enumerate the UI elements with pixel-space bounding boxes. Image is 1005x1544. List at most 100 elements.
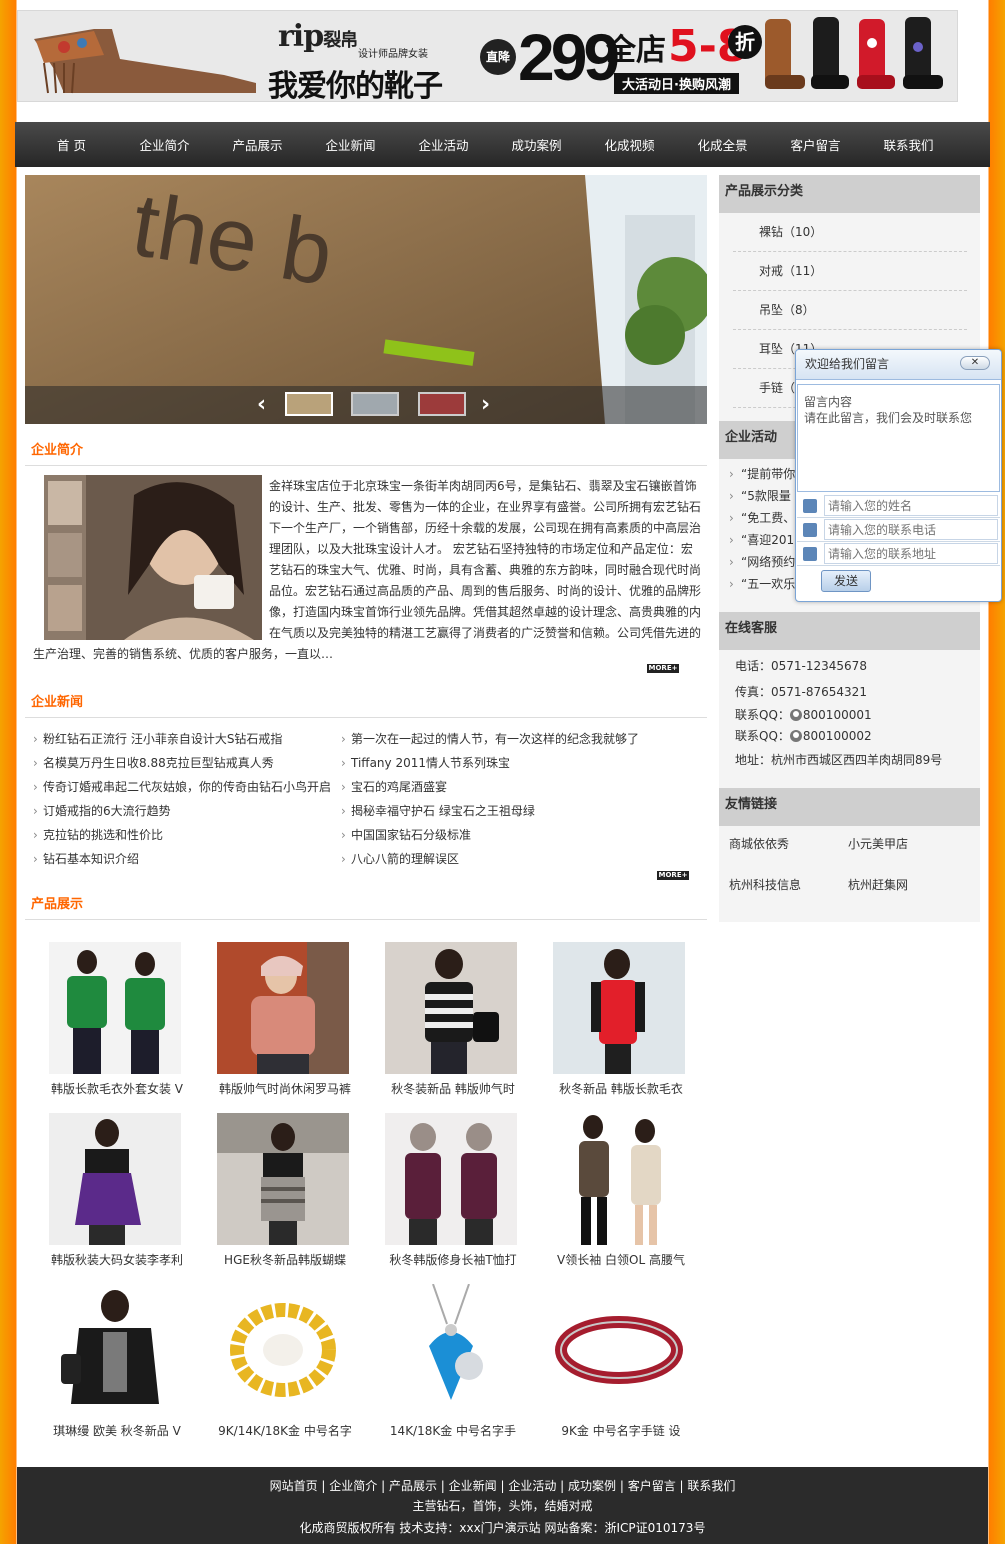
close-icon[interactable]: ✕ bbox=[960, 356, 990, 370]
news-item[interactable]: 揭秘幸福守护石 绿宝石之王祖母绿 bbox=[341, 800, 661, 824]
footer-link[interactable]: 企业活动 bbox=[508, 1479, 556, 1493]
phone-input[interactable] bbox=[824, 519, 998, 540]
product-card[interactable]: 琪琳缦 欧美 秋冬新品 V bbox=[42, 1284, 192, 1439]
news-item[interactable]: 宝石的鸡尾酒盛宴 bbox=[341, 776, 661, 800]
product-card[interactable]: 9K金 中号名字手链 设 bbox=[546, 1284, 696, 1439]
footer-link[interactable]: 网站首页 bbox=[270, 1479, 318, 1493]
nav-about[interactable]: 企业简介 bbox=[118, 135, 211, 154]
product-name[interactable]: 秋冬韩版修身长袖T恤打 bbox=[378, 1251, 528, 1268]
intro-text-block: 金祥珠宝店位于北京珠宝一条街羊肉胡同丙6号，是集钻石、翡翠及宝石镶嵌首饰的设计、… bbox=[33, 476, 701, 665]
news-more-button[interactable]: MORE+ bbox=[657, 871, 689, 880]
news-item[interactable]: 传奇订婚戒串起二代灰姑娘，你的传奇由钻石小鸟开启 bbox=[33, 776, 353, 800]
product-name[interactable]: 韩版秋装大码女装李孝利 bbox=[42, 1251, 192, 1268]
news-item[interactable]: 名模莫万丹生日收8.88克拉巨型钻戒真人秀 bbox=[33, 752, 353, 776]
banner-slogan: 我爱你的靴子 bbox=[268, 69, 443, 102]
slider-prev-icon[interactable]: ‹ bbox=[257, 394, 266, 416]
send-button[interactable]: 发送 bbox=[821, 570, 871, 592]
friend-link[interactable]: 商城依依秀 bbox=[729, 835, 789, 852]
nav-guestbook[interactable]: 客户留言 bbox=[769, 135, 862, 154]
banner-price: 299 bbox=[518, 20, 620, 94]
product-image bbox=[217, 1284, 349, 1416]
intro-more-button[interactable]: MORE+ bbox=[647, 664, 679, 673]
product-name[interactable]: 琪琳缦 欧美 秋冬新品 V bbox=[42, 1422, 192, 1439]
nav-cases[interactable]: 成功案例 bbox=[490, 135, 583, 154]
product-card[interactable]: 秋冬装新品 韩版帅气时 bbox=[378, 942, 528, 1097]
footer-link[interactable]: 产品展示 bbox=[389, 1479, 437, 1493]
qq-icon bbox=[789, 730, 802, 742]
banner-zhe-badge: 折 bbox=[728, 25, 762, 59]
product-card[interactable]: 韩版帅气时尚休闲罗马裤 bbox=[210, 942, 360, 1097]
news-item[interactable]: 克拉钻的挑选和性价比 bbox=[33, 824, 353, 848]
footer-link[interactable]: 企业新闻 bbox=[449, 1479, 497, 1493]
footer-business: 主营钻石，首饰，头饰，结婚对戒 bbox=[412, 1499, 593, 1513]
nav-activities[interactable]: 企业活动 bbox=[397, 135, 490, 154]
product-image bbox=[385, 1283, 517, 1416]
brand-subtitle: 设计师品牌女装 bbox=[358, 49, 428, 60]
slider-thumb[interactable] bbox=[418, 392, 466, 416]
product-card[interactable]: 14K/18K金 中号名字手 bbox=[378, 1283, 528, 1439]
footer-link[interactable]: 客户留言 bbox=[628, 1479, 676, 1493]
product-image bbox=[385, 942, 517, 1074]
address-row bbox=[797, 542, 1000, 566]
footer-link[interactable]: 联系我们 bbox=[687, 1479, 735, 1493]
links-title: 友情链接 bbox=[719, 788, 980, 826]
nav-contact[interactable]: 联系我们 bbox=[862, 135, 955, 154]
news-item[interactable]: 中国国家钻石分级标准 bbox=[341, 824, 661, 848]
nav-video[interactable]: 化成视频 bbox=[583, 135, 676, 154]
product-name[interactable]: 14K/18K金 中号名字手 bbox=[378, 1422, 528, 1439]
news-item[interactable]: Tiffany 2011情人节系列珠宝 bbox=[341, 752, 661, 776]
slider-next-icon[interactable]: › bbox=[481, 394, 490, 416]
slider-thumb[interactable] bbox=[351, 392, 399, 416]
category-item[interactable]: 对戒（11） bbox=[733, 252, 967, 291]
product-card[interactable]: 韩版长款毛衣外套女装 V bbox=[42, 942, 192, 1097]
product-card[interactable]: 9K/14K/18K金 中号名字 bbox=[210, 1284, 360, 1439]
header-banner[interactable]: rip裂帛 设计师品牌女装 我爱你的靴子 直降 299 全店 5-8 折 大活动… bbox=[17, 10, 958, 102]
product-card[interactable]: HGE秋冬新品韩版蝴蝶 bbox=[210, 1113, 360, 1268]
phone-text: 电话：0571-12345678 bbox=[735, 659, 867, 673]
footer: 网站首页 | 企业简介 | 产品展示 | 企业新闻 | 企业活动 | 成功案例 … bbox=[17, 1467, 988, 1544]
qq-row[interactable]: 联系QQ： 800100001 bbox=[735, 705, 872, 725]
address-input[interactable] bbox=[824, 543, 998, 564]
product-name[interactable]: V领长袖 白领OL 高腰气 bbox=[546, 1251, 696, 1268]
news-item[interactable]: 粉红钻石正流行 汪小菲亲自设计大S钻石戒指 bbox=[33, 728, 353, 752]
fax-text: 传真：0571-87654321 bbox=[735, 685, 867, 699]
product-name[interactable]: 秋冬新品 韩版长款毛衣 bbox=[546, 1080, 696, 1097]
hero-slider[interactable]: the b ‹ › bbox=[25, 175, 707, 424]
product-image bbox=[385, 1113, 517, 1245]
product-name[interactable]: HGE秋冬新品韩版蝴蝶 bbox=[210, 1251, 360, 1268]
slider-thumb[interactable] bbox=[285, 392, 333, 416]
product-card[interactable]: 秋冬新品 韩版长款毛衣 bbox=[546, 942, 696, 1097]
category-item[interactable]: 吊坠（8） bbox=[733, 291, 967, 330]
products-title: 产品展示 bbox=[25, 890, 707, 920]
nav-products[interactable]: 产品展示 bbox=[211, 135, 304, 154]
product-card[interactable]: V领长袖 白领OL 高腰气 bbox=[546, 1113, 696, 1268]
name-input[interactable] bbox=[824, 495, 998, 516]
product-image bbox=[217, 1113, 349, 1245]
product-name[interactable]: 9K金 中号名字手链 设 bbox=[546, 1422, 696, 1439]
news-item[interactable]: 八心八箭的理解误区 bbox=[341, 848, 661, 872]
product-name[interactable]: 秋冬装新品 韩版帅气时 bbox=[378, 1080, 528, 1097]
category-item[interactable]: 裸钻（10） bbox=[733, 213, 967, 252]
footer-link[interactable]: 成功案例 bbox=[568, 1479, 616, 1493]
friend-link[interactable]: 小元美甲店 bbox=[848, 835, 908, 852]
intro-title: 企业简介 bbox=[25, 436, 707, 466]
footer-link[interactable]: 企业简介 bbox=[329, 1479, 377, 1493]
product-card[interactable]: 韩版秋装大码女装李孝利 bbox=[42, 1113, 192, 1268]
news-item[interactable]: 第一次在一起过的情人节，有一次这样的纪念我就够了 bbox=[341, 728, 661, 752]
friend-link[interactable]: 杭州科技信息 bbox=[729, 876, 801, 893]
product-name[interactable]: 9K/14K/18K金 中号名字 bbox=[210, 1422, 360, 1439]
friend-link[interactable]: 杭州赶集网 bbox=[848, 876, 908, 893]
news-item[interactable]: 钻石基本知识介绍 bbox=[33, 848, 353, 872]
news-item[interactable]: 订婚戒指的6大流行趋势 bbox=[33, 800, 353, 824]
nav-news[interactable]: 企业新闻 bbox=[304, 135, 397, 154]
qq-row[interactable]: 联系QQ： 800100002 bbox=[735, 726, 872, 746]
product-name[interactable]: 韩版帅气时尚休闲罗马裤 bbox=[210, 1080, 360, 1097]
message-textarea[interactable]: 留言内容 请在此留言，我们会及时联系您 bbox=[797, 384, 1000, 492]
address-text: 地址：杭州市西城区西四羊肉胡同89号 bbox=[735, 753, 943, 767]
nav-home[interactable]: 首 页 bbox=[25, 135, 118, 154]
nav-panorama[interactable]: 化成全景 bbox=[676, 135, 769, 154]
home-icon bbox=[803, 547, 817, 561]
product-name[interactable]: 韩版长款毛衣外套女装 V bbox=[42, 1080, 192, 1097]
product-card[interactable]: 秋冬韩版修身长袖T恤打 bbox=[378, 1113, 528, 1268]
boot-image bbox=[34, 29, 256, 94]
